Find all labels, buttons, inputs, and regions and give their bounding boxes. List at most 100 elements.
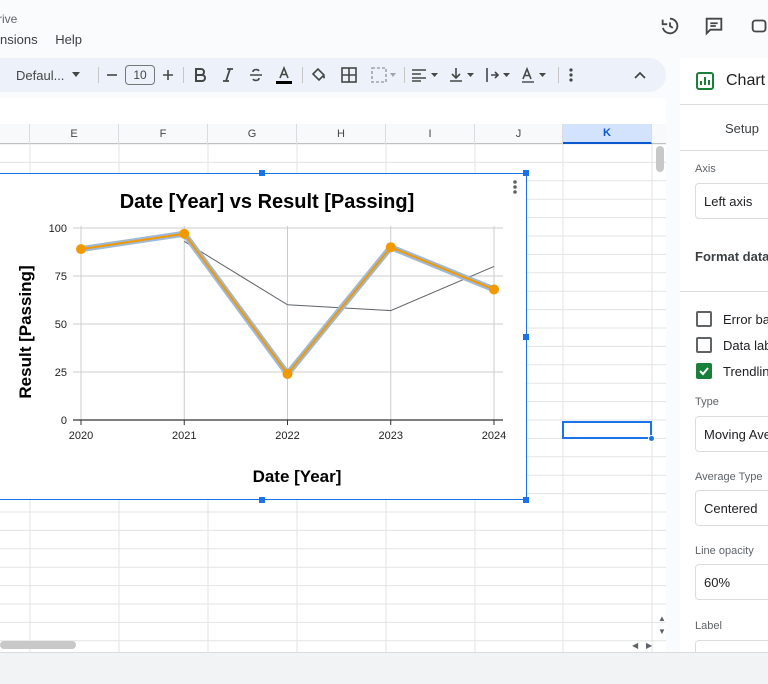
horizontal-scrollbar[interactable] xyxy=(0,641,76,649)
plus-icon xyxy=(163,70,173,80)
axis-select[interactable]: Left axis xyxy=(695,183,768,219)
align-left-icon xyxy=(412,69,438,82)
text-color-button[interactable] xyxy=(272,58,296,92)
strikethrough-icon xyxy=(250,68,262,82)
resize-handle-right[interactable] xyxy=(523,334,529,340)
meet-icon[interactable] xyxy=(748,14,768,38)
column-headers: E F G H I J K xyxy=(0,124,666,144)
column-header-partial[interactable] xyxy=(0,124,30,144)
scroll-up-arrow-icon[interactable]: ▲ xyxy=(658,614,666,623)
resize-handle-top-right[interactable] xyxy=(523,170,529,176)
panel-title: Chart xyxy=(726,72,766,89)
borders-button[interactable] xyxy=(338,58,360,92)
data-labels-label: Data lab xyxy=(723,338,768,353)
x-axis-title[interactable]: Date [Year] xyxy=(253,467,342,486)
column-header-g[interactable]: G xyxy=(208,124,297,144)
x-tick-label: 2023 xyxy=(379,430,403,442)
data-point[interactable] xyxy=(179,228,190,239)
x-tick-label: 2021 xyxy=(172,430,196,442)
text-wrap-icon xyxy=(486,68,510,82)
scroll-right-arrow-icon[interactable]: ▶ xyxy=(646,641,652,650)
resize-handle-top[interactable] xyxy=(259,170,265,176)
font-family-select[interactable]: Defaul... xyxy=(16,58,92,92)
chart-svg[interactable]: Date [Year] vs Result [Passing] 0 25 50 75 1… xyxy=(0,174,526,499)
error-bars-label: Error ba xyxy=(723,312,768,327)
x-tick-label: 2020 xyxy=(69,430,93,442)
fill-handle[interactable] xyxy=(648,435,655,442)
chart-menu-icon[interactable] xyxy=(513,180,517,194)
increase-font-size-button[interactable] xyxy=(160,58,176,92)
chart-editor-panel: Chart Setup Axis Left axis Format data E… xyxy=(680,58,768,652)
menu-bar: nsions Help xyxy=(0,32,96,50)
error-bars-checkbox[interactable] xyxy=(696,311,712,327)
text-wrapping-button[interactable] xyxy=(484,58,514,92)
data-point[interactable] xyxy=(76,244,86,255)
data-point[interactable] xyxy=(385,242,396,253)
chart-title[interactable]: Date [Year] vs Result [Passing] xyxy=(120,191,415,213)
column-header-e[interactable]: E xyxy=(30,124,119,144)
column-header-i[interactable]: I xyxy=(386,124,475,144)
scroll-left-arrow-icon[interactable]: ◀ xyxy=(632,641,638,650)
minus-icon xyxy=(107,74,117,76)
average-type-select[interactable]: Centered xyxy=(695,490,768,526)
toolbar: Defaul... 10 xyxy=(0,58,666,92)
scroll-down-arrow-icon[interactable]: ▼ xyxy=(658,627,666,636)
x-tick-label: 2024 xyxy=(482,430,506,442)
version-history-icon[interactable] xyxy=(658,14,682,38)
format-data-heading: Format data xyxy=(695,249,768,264)
column-header-f[interactable]: F xyxy=(119,124,208,144)
menu-help[interactable]: Help xyxy=(55,32,82,47)
y-tick-label: 50 xyxy=(55,319,67,331)
line-opacity-select[interactable]: 60% xyxy=(695,564,768,600)
more-options-button[interactable] xyxy=(564,58,578,92)
collapse-toolbar-button[interactable] xyxy=(630,58,650,92)
bold-button[interactable] xyxy=(190,58,210,92)
vertical-align-icon xyxy=(450,68,474,82)
horizontal-align-button[interactable] xyxy=(410,58,440,92)
text-rotation-icon xyxy=(522,67,546,83)
text-rotation-button[interactable] xyxy=(520,58,550,92)
x-tick-label: 2022 xyxy=(275,430,299,442)
selected-cell[interactable] xyxy=(562,421,652,439)
italic-icon xyxy=(223,68,233,82)
data-point[interactable] xyxy=(489,284,499,295)
vertical-scrollbar[interactable] xyxy=(656,146,664,172)
italic-button[interactable] xyxy=(218,58,238,92)
average-type-label: Average Type xyxy=(695,471,763,483)
trendline-type-select[interactable]: Moving Ave xyxy=(695,416,768,452)
y-tick-label: 25 xyxy=(55,367,67,379)
data-point[interactable] xyxy=(282,368,293,379)
y-tick-label: 75 xyxy=(55,271,67,283)
fill-color-button[interactable] xyxy=(308,58,330,92)
chevron-up-icon xyxy=(634,71,646,79)
app-title: rive xyxy=(0,12,18,26)
resize-handle-bottom[interactable] xyxy=(259,497,265,503)
more-vert-icon xyxy=(569,68,573,82)
label-field-label: Label xyxy=(695,620,722,632)
sheet-tabs-bar xyxy=(0,652,768,684)
resize-handle-bottom-right[interactable] xyxy=(523,497,529,503)
comments-icon[interactable] xyxy=(702,14,726,38)
column-header-k[interactable]: K xyxy=(563,124,652,144)
font-family-value: Defaul... xyxy=(16,67,65,83)
trendline-label: Trendlin xyxy=(723,364,768,379)
font-size-input[interactable]: 10 xyxy=(125,58,155,92)
trendline-checkbox[interactable] xyxy=(696,363,712,379)
column-header-j[interactable]: J xyxy=(475,124,563,144)
merge-icon xyxy=(371,67,396,83)
menu-extensions[interactable]: nsions xyxy=(0,32,38,47)
chart-container[interactable]: Date [Year] vs Result [Passing] 0 25 50 75 1… xyxy=(0,170,529,503)
tab-setup[interactable]: Setup xyxy=(725,121,759,136)
axis-label: Axis xyxy=(695,163,716,175)
column-header-h[interactable]: H xyxy=(297,124,386,144)
merge-cells-button[interactable] xyxy=(368,58,400,92)
font-size-value: 10 xyxy=(125,65,155,85)
y-tick-label: 0 xyxy=(61,415,67,427)
decrease-font-size-button[interactable] xyxy=(104,58,120,92)
vertical-align-button[interactable] xyxy=(448,58,478,92)
data-labels-checkbox[interactable] xyxy=(696,337,712,353)
label-select[interactable] xyxy=(695,640,768,652)
plot-axes: 0 25 50 75 100 2020 2021 2022 2023 2024 xyxy=(49,223,507,442)
y-axis-title[interactable]: Result [Passing] xyxy=(16,265,35,398)
strikethrough-button[interactable] xyxy=(246,58,266,92)
